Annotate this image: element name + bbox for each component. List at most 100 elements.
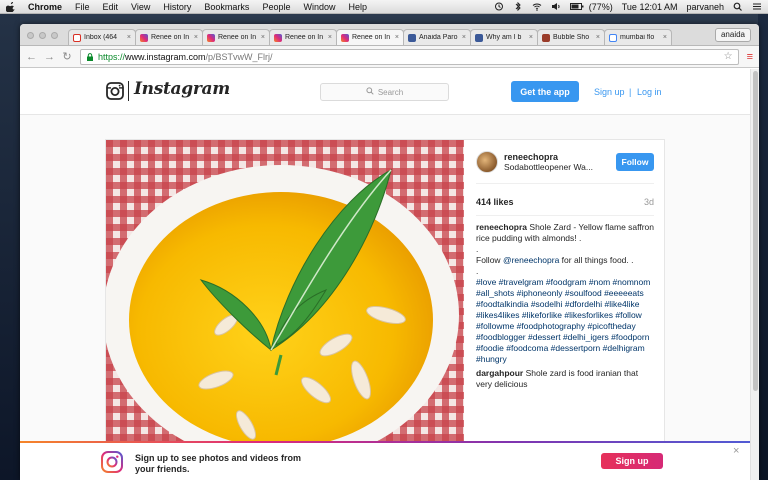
post-photo[interactable] bbox=[106, 140, 464, 460]
tab-bar: Inbox (464 × Renee on In × Renee on In ×… bbox=[20, 24, 759, 46]
tab-label: Renee on In bbox=[218, 34, 257, 41]
post-location[interactable]: Sodabottleopener Wa... bbox=[504, 162, 610, 172]
instagram-icon bbox=[274, 33, 282, 42]
page-scrollbar[interactable] bbox=[750, 69, 759, 480]
menu-help[interactable]: Help bbox=[348, 2, 367, 12]
instagram-wordmark[interactable]: Instagram bbox=[134, 79, 230, 99]
post-stats: 414 likes 3d bbox=[476, 188, 654, 216]
browser-toolbar: ← → ↻ https://www.instagram.com/p/BSTvwW… bbox=[20, 46, 759, 68]
close-tab-icon[interactable]: × bbox=[328, 34, 332, 41]
menu-edit[interactable]: Edit bbox=[103, 2, 119, 12]
close-tab-icon[interactable]: × bbox=[261, 34, 265, 41]
battery-icon[interactable] bbox=[569, 2, 584, 11]
close-tab-icon[interactable]: × bbox=[529, 34, 533, 41]
post-time[interactable]: 3d bbox=[644, 197, 654, 207]
menu-app-name[interactable]: Chrome bbox=[28, 2, 62, 12]
tab-instagram-3[interactable]: Renee on In × bbox=[269, 29, 337, 45]
menu-people[interactable]: People bbox=[262, 2, 290, 12]
spotlight-icon[interactable] bbox=[733, 2, 743, 11]
url-scheme: https:// bbox=[98, 51, 126, 62]
close-tab-icon[interactable]: × bbox=[395, 34, 399, 41]
tab-label: Inbox (464 bbox=[84, 34, 118, 41]
log-in-link[interactable]: Log in bbox=[637, 87, 662, 97]
zoom-window-button[interactable] bbox=[51, 32, 58, 39]
caption-username[interactable]: reneechopra bbox=[476, 222, 527, 232]
profile-button[interactable]: anaida bbox=[714, 28, 751, 42]
tab-label: Why am I b bbox=[486, 34, 522, 41]
follow-button[interactable]: Follow bbox=[616, 152, 654, 171]
bluetooth-icon[interactable] bbox=[513, 1, 523, 12]
header-separator: | bbox=[629, 87, 632, 97]
comment-username[interactable]: dargahpour bbox=[476, 368, 523, 378]
menu-file[interactable]: File bbox=[75, 2, 90, 12]
notification-center-icon[interactable] bbox=[752, 2, 762, 11]
volume-icon[interactable] bbox=[551, 2, 561, 11]
browser-window: Inbox (464 × Renee on In × Renee on In ×… bbox=[20, 24, 759, 480]
caption-dot: . bbox=[476, 266, 479, 276]
banner-sign-up-button[interactable]: Sign up bbox=[601, 453, 663, 469]
menu-bar: Chrome File Edit View History Bookmarks … bbox=[0, 0, 768, 14]
tab-facebook-2[interactable]: Why am I b × bbox=[470, 29, 538, 45]
caption-hashtags[interactable]: #love #travelgram #foodgram #nom #nomnom… bbox=[476, 277, 654, 365]
close-tab-icon[interactable]: × bbox=[663, 34, 667, 41]
close-tab-icon[interactable]: × bbox=[194, 34, 198, 41]
chrome-menu-icon[interactable]: ≡ bbox=[747, 51, 753, 63]
search-input[interactable]: Search bbox=[320, 83, 449, 101]
tab-label: Renee on In bbox=[151, 34, 190, 41]
menu-view[interactable]: View bbox=[131, 2, 150, 12]
site-icon bbox=[542, 33, 550, 42]
wifi-icon[interactable] bbox=[532, 2, 542, 11]
get-app-button[interactable]: Get the app bbox=[511, 81, 579, 102]
tab-label: Anaida Paro bbox=[419, 34, 458, 41]
back-arrow-icon[interactable]: ← bbox=[26, 51, 37, 63]
instagram-icon bbox=[140, 33, 148, 42]
sign-up-link[interactable]: Sign up bbox=[594, 87, 625, 97]
logo-divider bbox=[128, 81, 129, 101]
minimize-window-button[interactable] bbox=[39, 32, 46, 39]
caption-mention-link[interactable]: @reneechopra bbox=[503, 255, 559, 265]
bookmark-star-icon[interactable]: ☆ bbox=[724, 51, 733, 62]
tab-facebook-1[interactable]: Anaida Paro × bbox=[403, 29, 471, 45]
close-tab-icon[interactable]: × bbox=[127, 34, 131, 41]
close-window-button[interactable] bbox=[27, 32, 34, 39]
menu-window[interactable]: Window bbox=[303, 2, 335, 12]
post-username[interactable]: reneechopra bbox=[504, 152, 610, 162]
tab-bubble[interactable]: Bubble Sho × bbox=[537, 29, 605, 45]
tab-instagram-1[interactable]: Renee on In × bbox=[135, 29, 203, 45]
close-tab-icon[interactable]: × bbox=[596, 34, 600, 41]
instagram-icon bbox=[341, 33, 349, 42]
window-controls bbox=[27, 32, 58, 39]
menu-user[interactable]: parvaneh bbox=[686, 2, 724, 12]
likes-count[interactable]: 414 likes bbox=[476, 197, 514, 207]
caption-follow-suffix: for all things food. . bbox=[559, 255, 634, 265]
search-icon bbox=[366, 87, 374, 97]
post-sidebar: reneechopra Sodabottleopener Wa... Follo… bbox=[464, 140, 666, 460]
instagram-header: Instagram Search Get the app Sign up | L… bbox=[20, 69, 750, 115]
reload-icon[interactable]: ↻ bbox=[62, 50, 72, 63]
menu-clock[interactable]: Tue 12:01 AM bbox=[622, 2, 678, 12]
post-caption: reneechopra Shole Zard - Yellow flame sa… bbox=[476, 222, 654, 390]
tab-instagram-2[interactable]: Renee on In × bbox=[202, 29, 270, 45]
menu-history[interactable]: History bbox=[163, 2, 191, 12]
scrollbar-thumb[interactable] bbox=[753, 71, 758, 391]
time-machine-icon[interactable] bbox=[494, 2, 504, 11]
instagram-camera-icon[interactable] bbox=[106, 82, 124, 100]
instagram-icon bbox=[207, 33, 215, 42]
gmail-icon bbox=[73, 33, 81, 42]
desktop-background bbox=[0, 14, 20, 480]
close-icon[interactable]: × bbox=[733, 445, 739, 457]
avatar[interactable] bbox=[476, 150, 498, 173]
forward-arrow-icon[interactable]: → bbox=[44, 51, 55, 63]
search-placeholder: Search bbox=[377, 87, 404, 97]
desktop-background-right bbox=[758, 14, 768, 480]
tab-google[interactable]: mumbai flo × bbox=[604, 29, 672, 45]
apple-icon[interactable] bbox=[5, 1, 16, 12]
tab-instagram-active[interactable]: Renee on In × bbox=[336, 29, 404, 45]
menu-bookmarks[interactable]: Bookmarks bbox=[204, 2, 249, 12]
tab-gmail[interactable]: Inbox (464 × bbox=[68, 29, 136, 45]
address-bar[interactable]: https://www.instagram.com/p/BSTvwW_Flrj/… bbox=[80, 48, 739, 65]
url-host: www.instagram.com bbox=[125, 51, 206, 62]
battery-percent: (77%) bbox=[588, 1, 613, 12]
close-tab-icon[interactable]: × bbox=[462, 34, 466, 41]
tab-label: Renee on In bbox=[352, 34, 391, 41]
